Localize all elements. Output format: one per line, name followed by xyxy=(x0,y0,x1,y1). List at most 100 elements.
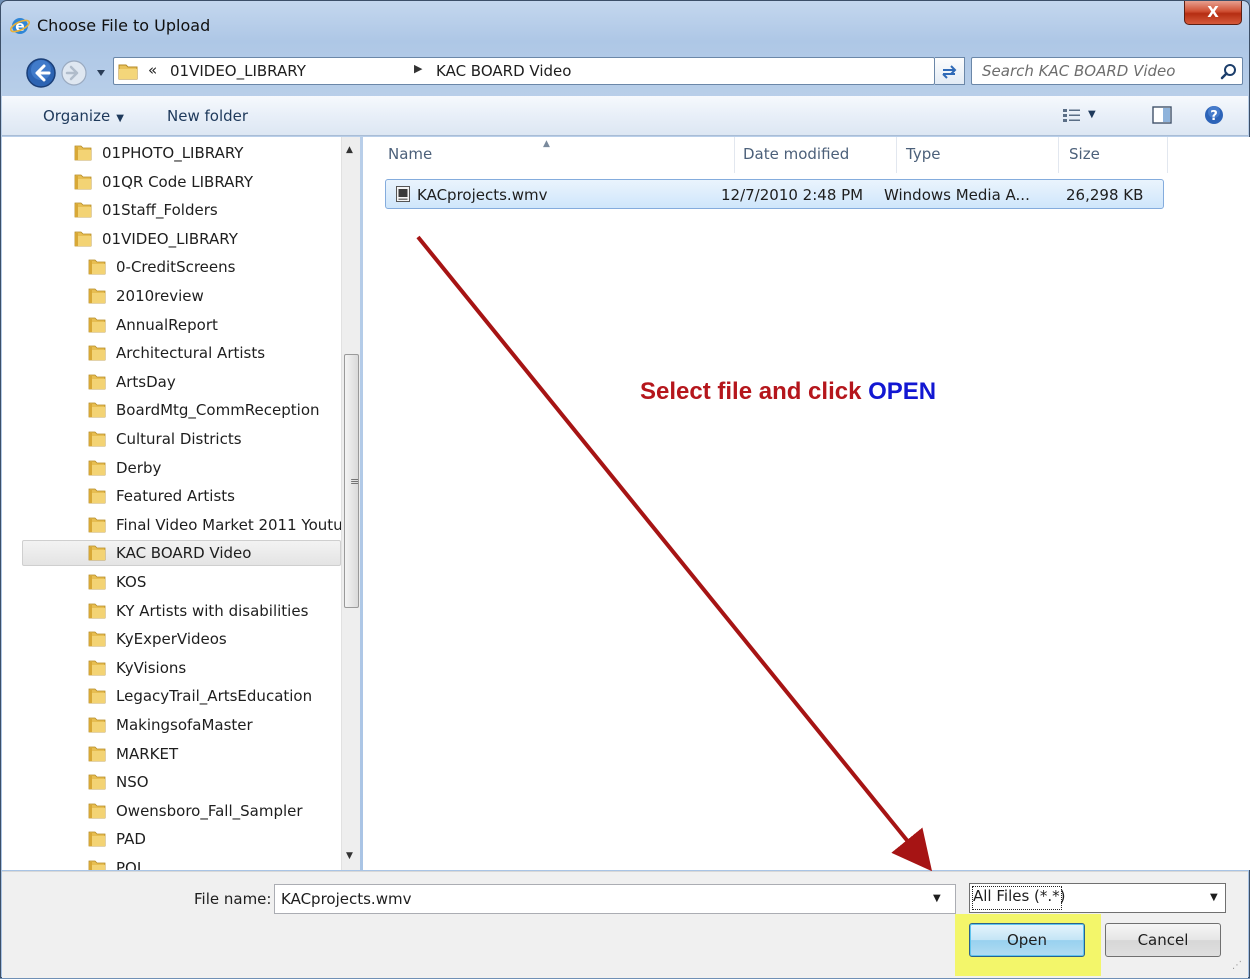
back-arrow-icon[interactable] xyxy=(25,57,57,89)
window-title: Choose File to Upload xyxy=(37,16,211,35)
address-overflow-chevron[interactable]: « xyxy=(148,61,157,79)
folder-icon xyxy=(88,603,106,618)
file-size-cell: 26,298 KB xyxy=(1066,186,1144,204)
organize-menu[interactable]: Organize ▼ xyxy=(43,107,124,125)
navigation-row: « 01VIDEO_LIBRARY ▶ KAC BOARD Video ▼ Se… xyxy=(1,53,1250,89)
folder-icon xyxy=(88,288,106,304)
recent-pages-dropdown-icon[interactable] xyxy=(96,69,106,77)
search-box[interactable]: Search KAC BOARD Video xyxy=(971,57,1243,85)
address-bar[interactable]: « 01VIDEO_LIBRARY ▶ KAC BOARD Video ▼ xyxy=(113,57,1030,85)
command-toolbar: Organize ▼ New folder ▼ ? xyxy=(2,96,1248,136)
tree-item-label: BoardMtg_CommReception xyxy=(116,401,320,420)
file-date-cell: 12/7/2010 2:48 PM xyxy=(721,186,864,204)
file-name-value: KACprojects.wmv xyxy=(281,890,412,908)
tree-item-label: 01Staff_Folders xyxy=(102,201,218,220)
tree-item-label: NSO xyxy=(116,773,149,792)
column-header-date-modified[interactable]: Date modified xyxy=(743,145,849,163)
tree-item-label: Architectural Artists xyxy=(116,344,266,363)
tree-item-label: Owensboro_Fall_Sampler xyxy=(116,801,303,820)
tree-item-label: 2010review xyxy=(116,287,204,305)
view-options-dropdown-icon[interactable]: ▼ xyxy=(1088,109,1096,120)
folder-icon xyxy=(88,517,106,533)
column-divider[interactable] xyxy=(896,137,897,173)
folder-icon xyxy=(88,688,106,704)
column-divider[interactable] xyxy=(734,137,735,173)
scroll-down-icon[interactable]: ▼ xyxy=(346,851,353,861)
organize-label: Organize xyxy=(43,107,111,125)
file-name-input[interactable]: KACprojects.wmv ▼ xyxy=(274,884,956,914)
file-row-kacprojects[interactable]: KACprojects.wmv 12/7/2010 2:48 PM Window… xyxy=(385,179,1164,209)
svg-text:?: ? xyxy=(1210,109,1218,124)
column-header-size[interactable]: Size xyxy=(1069,145,1100,163)
column-header-name[interactable]: Name xyxy=(388,145,432,163)
chevron-down-icon: ▼ xyxy=(116,113,124,124)
breadcrumb-01video-library[interactable]: 01VIDEO_LIBRARY xyxy=(170,62,306,80)
folder-icon xyxy=(88,402,106,418)
navigation-scrollbar[interactable]: ▲ ≡ ▼ xyxy=(341,137,360,870)
folder-icon xyxy=(88,259,106,275)
tree-item-label: Derby xyxy=(116,458,162,477)
file-type-select[interactable]: All Files (*.*) ▼ xyxy=(969,883,1226,913)
tree-item-label: 0-CreditScreens xyxy=(116,258,236,277)
file-name-cell: KACprojects.wmv xyxy=(417,186,548,204)
tree-item-label: KyExperVideos xyxy=(116,630,227,649)
open-button[interactable]: Open xyxy=(969,923,1085,957)
folder-icon xyxy=(88,460,106,475)
folder-icon xyxy=(118,64,138,80)
media-file-icon xyxy=(396,186,410,202)
search-icon[interactable] xyxy=(1220,63,1238,81)
folder-icon xyxy=(88,488,106,504)
tree-item-label: 01QR Code LIBRARY xyxy=(102,172,254,191)
instruction-accent: OPEN xyxy=(868,378,937,405)
scroll-up-icon[interactable]: ▲ xyxy=(346,145,353,155)
tree-item-label: POL xyxy=(116,859,146,870)
tree-item-label: KY Artists with disabilities xyxy=(116,601,309,620)
scrollbar-thumb[interactable]: ≡ xyxy=(344,354,359,608)
file-type-cell: Windows Media A... xyxy=(884,186,1030,204)
folder-icon xyxy=(74,231,92,247)
column-divider[interactable] xyxy=(1167,137,1168,173)
change-view-icon[interactable] xyxy=(1062,108,1082,124)
forward-arrow-icon[interactable] xyxy=(59,59,89,87)
file-type-dropdown-icon[interactable]: ▼ xyxy=(1210,892,1218,903)
close-button[interactable]: X xyxy=(1184,1,1242,25)
column-header-type[interactable]: Type xyxy=(906,145,940,163)
folder-icon xyxy=(88,774,106,790)
folder-icon xyxy=(88,345,106,361)
tree-item-label: KOS xyxy=(116,573,147,591)
cancel-button[interactable]: Cancel xyxy=(1105,923,1221,957)
title-bar[interactable]: e Choose File to Upload X xyxy=(1,1,1250,51)
help-icon[interactable]: ? xyxy=(1204,105,1224,125)
tree-item-label: MakingsofaMaster xyxy=(116,716,253,734)
folder-icon xyxy=(74,202,92,218)
folder-icon xyxy=(88,631,106,647)
dialog-footer: File name: KACprojects.wmv ▼ All Files (… xyxy=(2,871,1248,978)
breadcrumb-kac-board-video[interactable]: KAC BOARD Video xyxy=(436,62,571,80)
tree-item-label: 01PHOTO_LIBRARY xyxy=(102,144,244,162)
tree-item-label: LegacyTrail_ArtsEducation xyxy=(116,687,313,706)
tree-item-label: Featured Artists xyxy=(116,487,235,506)
navigation-pane: 01PHOTO_LIBRARY 01QR Code LIBRARY 01Staff_… xyxy=(2,137,360,870)
file-type-value: All Files (*.*) xyxy=(973,887,1066,905)
folder-icon xyxy=(74,145,92,161)
folder-icon xyxy=(88,545,106,561)
scroll-grip-icon: ≡ xyxy=(350,475,360,488)
instruction-annotation: Select file and click OPEN xyxy=(640,378,936,406)
refresh-button[interactable] xyxy=(935,57,965,85)
tree-item-label: ArtsDay xyxy=(116,372,176,391)
tree-item-label: KyVisions xyxy=(116,658,187,677)
file-name-label: File name: xyxy=(194,890,272,908)
folder-icon xyxy=(74,174,92,189)
tree-item-label: MARKET xyxy=(116,744,179,763)
breadcrumb-separator-icon[interactable]: ▶ xyxy=(414,62,422,75)
file-name-dropdown-icon[interactable]: ▼ xyxy=(933,893,941,904)
folder-icon xyxy=(88,574,106,590)
resize-grip-icon[interactable]: ⋰ xyxy=(1232,960,1242,971)
column-divider[interactable] xyxy=(1058,137,1059,173)
tree-item-label: PAD xyxy=(116,830,146,849)
folder-icon xyxy=(88,431,106,447)
preview-pane-icon[interactable] xyxy=(1152,106,1172,124)
new-folder-button[interactable]: New folder xyxy=(167,107,248,125)
tree-item-label: KAC BOARD Video xyxy=(116,544,252,563)
instruction-text: Select file and click xyxy=(640,378,862,405)
